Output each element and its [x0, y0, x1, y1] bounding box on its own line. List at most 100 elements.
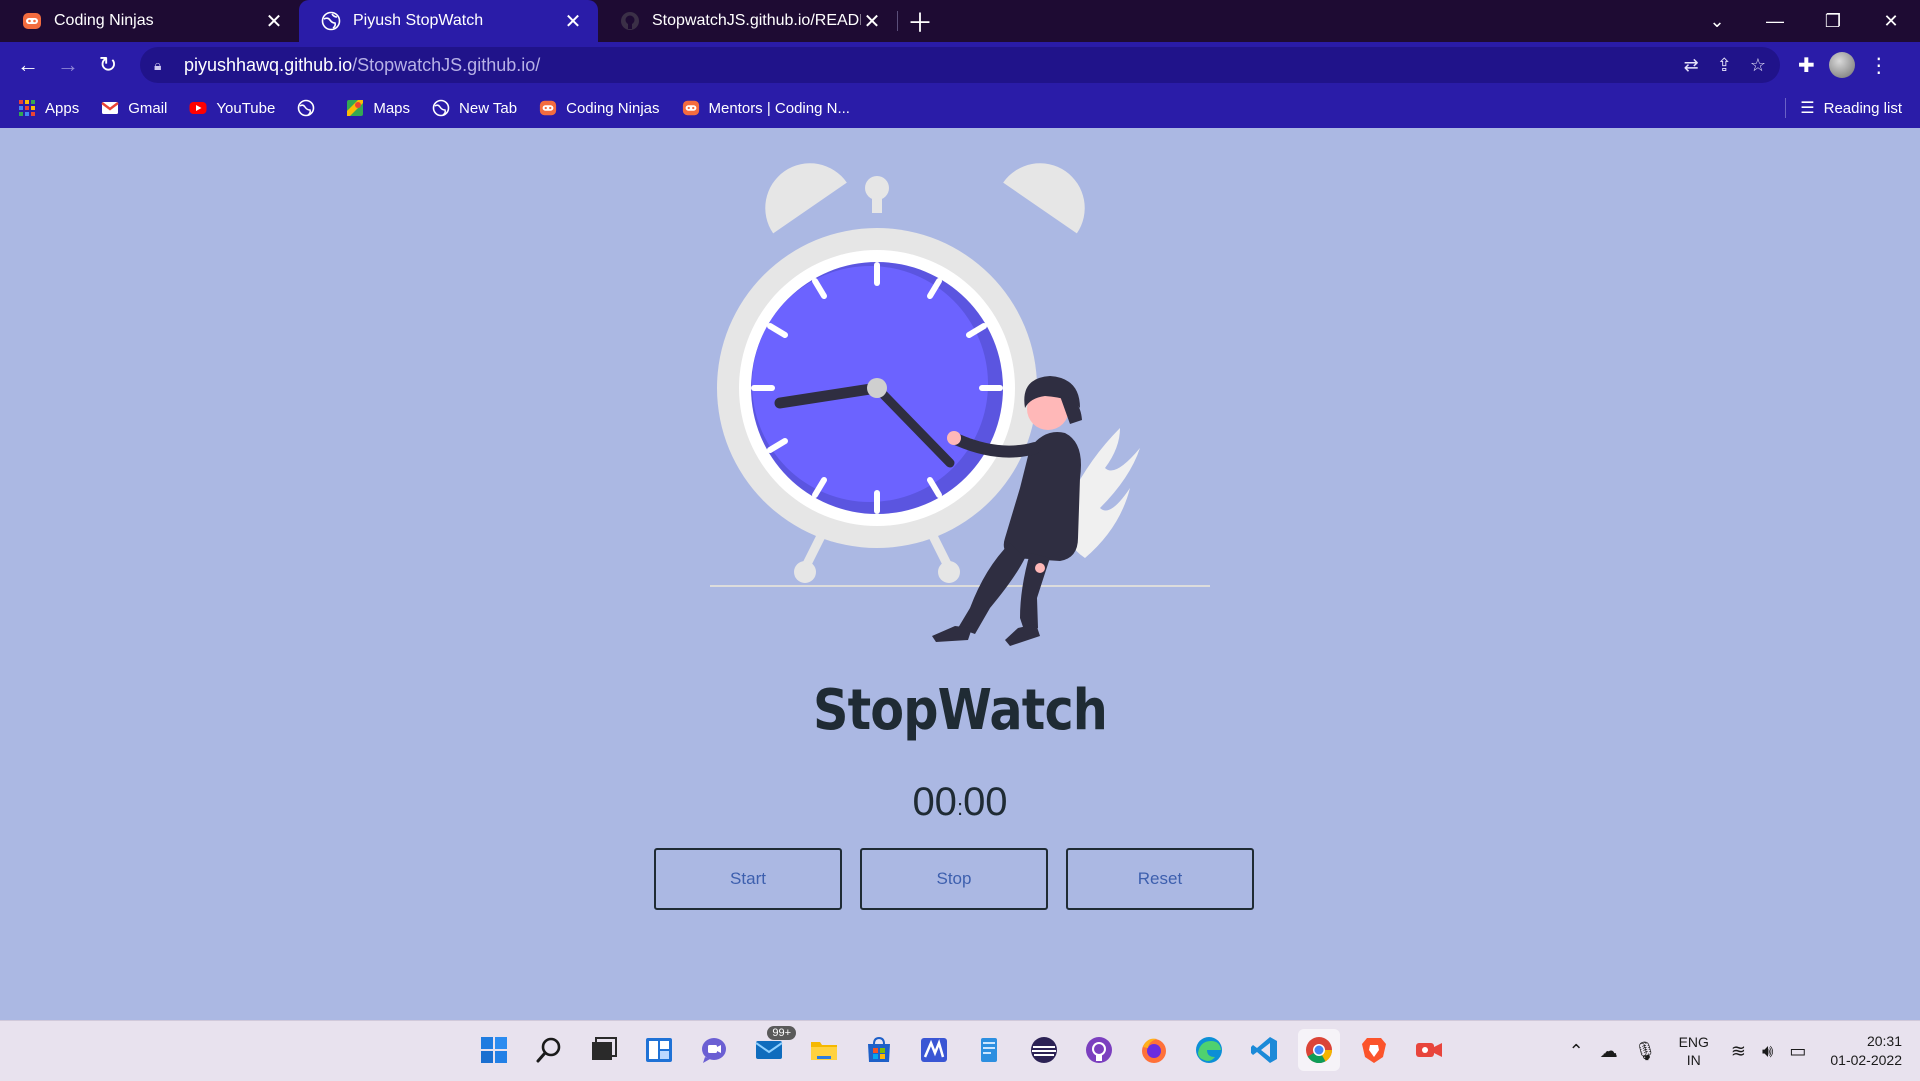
- translate-icon[interactable]: ⇄: [1684, 55, 1699, 76]
- taskbar-search[interactable]: [528, 1029, 570, 1071]
- close-window-button[interactable]: ✕: [1862, 0, 1920, 42]
- taskbar: 99+ ⌃ ☁ 🎙︎ ENG IN ≋ 🔊︎ ▭ 20:31 01-02-202…: [0, 1020, 1920, 1081]
- reset-button[interactable]: Reset: [1066, 848, 1254, 910]
- taskbar-edge[interactable]: [1188, 1029, 1230, 1071]
- microphone-icon[interactable]: 🎙︎: [1634, 1041, 1657, 1062]
- github-icon: [621, 12, 639, 30]
- taskbar-recorder[interactable]: [1408, 1029, 1450, 1071]
- video-camera-icon: [1416, 1043, 1442, 1057]
- taskbar-vscode[interactable]: [1243, 1029, 1285, 1071]
- taskbar-notepad[interactable]: [968, 1029, 1010, 1071]
- taskbar-widgets[interactable]: [638, 1029, 680, 1071]
- reload-button[interactable]: ↻: [88, 45, 128, 85]
- folder-icon: [811, 1042, 837, 1060]
- taskbar-mail[interactable]: 99+: [748, 1026, 796, 1071]
- timer-minutes: 00: [912, 780, 957, 824]
- avatar[interactable]: [1828, 52, 1855, 78]
- reload-icon: ↻: [98, 52, 118, 77]
- taskbar-brave[interactable]: [1353, 1029, 1395, 1071]
- coding-ninjas-icon: [682, 100, 699, 116]
- maps-icon: [347, 100, 364, 116]
- language-code: ENG: [1678, 1034, 1709, 1050]
- extensions-icon[interactable]: ✚: [1798, 53, 1815, 78]
- taskbar-chat[interactable]: [693, 1029, 735, 1071]
- tab-search-button[interactable]: ⌄: [1688, 0, 1746, 42]
- bookmark-globe[interactable]: [297, 99, 324, 117]
- clock[interactable]: 20:31 01-02-2022: [1830, 1032, 1902, 1070]
- tab-coding-ninjas[interactable]: Coding Ninjas ✕: [0, 0, 299, 42]
- reading-list-button[interactable]: ☰ Reading list: [1785, 88, 1902, 128]
- bookmarks-bar: Apps Gmail YouTube Maps New Tab Coding N…: [0, 88, 1920, 128]
- taskbar-github-desktop[interactable]: [1078, 1029, 1120, 1071]
- bookmark-new-tab[interactable]: New Tab: [432, 99, 517, 117]
- close-icon[interactable]: ✕: [562, 9, 584, 34]
- reading-list-icon: ☰: [1800, 100, 1815, 117]
- coding-ninjas-icon: [540, 100, 557, 116]
- browser-toolbar: ← → ↻ 🔒︎ piyushhawq.github.io/StopwatchJ…: [0, 42, 1920, 88]
- tab-title: Piyush StopWatch: [353, 12, 484, 29]
- star-icon[interactable]: ☆: [1750, 55, 1766, 76]
- volume-icon[interactable]: 🔊︎: [1762, 1041, 1773, 1062]
- globe-icon: [298, 99, 315, 117]
- close-icon[interactable]: ✕: [861, 9, 883, 34]
- minimize-button[interactable]: —: [1746, 0, 1804, 42]
- taskbar-eclipse[interactable]: [1023, 1029, 1065, 1071]
- github-icon: [1086, 1037, 1112, 1063]
- bookmark-gmail[interactable]: Gmail: [101, 99, 167, 117]
- language-indicator[interactable]: ENG IN: [1679, 1033, 1709, 1069]
- bookmark-youtube[interactable]: YouTube: [189, 99, 275, 117]
- lock-icon[interactable]: 🔒︎: [154, 57, 170, 74]
- stop-button[interactable]: Stop: [860, 848, 1048, 910]
- restore-icon: ❐: [1824, 10, 1842, 31]
- tab-piyush-stopwatch[interactable]: Piyush StopWatch ✕: [299, 0, 598, 42]
- close-icon: ✕: [1883, 10, 1899, 31]
- forward-button[interactable]: →: [48, 45, 88, 85]
- wifi-icon[interactable]: ≋: [1731, 1041, 1746, 1062]
- close-icon[interactable]: ✕: [263, 9, 285, 34]
- bookmark-mentors-coding-ninjas[interactable]: Mentors | Coding N...: [682, 99, 850, 117]
- clock-date: 01-02-2022: [1830, 1052, 1902, 1068]
- control-buttons: Start Stop Reset: [654, 848, 1254, 910]
- taskbar-store[interactable]: [858, 1029, 900, 1071]
- start-button[interactable]: Start: [654, 848, 842, 910]
- bookmark-label: Maps: [373, 99, 411, 117]
- bookmark-apps[interactable]: Apps: [18, 99, 79, 117]
- chevron-up-icon[interactable]: ⌃: [1569, 1041, 1584, 1062]
- eclipse-icon: [1031, 1037, 1057, 1063]
- battery-icon[interactable]: ▭: [1789, 1041, 1806, 1062]
- taskbar-apps: 99+: [473, 1026, 1450, 1071]
- globe-icon: [321, 11, 341, 31]
- taskbar-start[interactable]: [473, 1029, 515, 1071]
- pen-app-icon: [921, 1038, 947, 1062]
- url-host: piyushhawq.github.io: [184, 54, 353, 75]
- bookmark-label: YouTube: [216, 99, 276, 117]
- bookmark-maps[interactable]: Maps: [346, 99, 410, 117]
- menu-icon[interactable]: ⋮: [1869, 53, 1889, 78]
- bookmark-coding-ninjas[interactable]: Coding Ninjas: [539, 99, 660, 117]
- apps-grid-icon: [19, 100, 35, 116]
- page-title: StopWatch: [813, 678, 1108, 743]
- bookmark-label: Coding Ninjas: [566, 99, 660, 117]
- system-tray: ⌃ ☁ 🎙︎ ENG IN ≋ 🔊︎ ▭ 20:31 01-02-2022: [1561, 1021, 1902, 1081]
- taskbar-firefox[interactable]: [1133, 1029, 1175, 1071]
- window-controls: ⌄ — ❐ ✕: [1688, 0, 1920, 42]
- task-view-icon: [592, 1037, 617, 1060]
- bookmark-label: Mentors | Coding N...: [708, 99, 850, 117]
- share-icon[interactable]: ⇪: [1717, 55, 1732, 76]
- taskbar-file-explorer[interactable]: [803, 1029, 845, 1071]
- restore-button[interactable]: ❐: [1804, 0, 1862, 42]
- bookmark-label: Gmail: [128, 99, 168, 117]
- notepad-icon: [981, 1038, 997, 1062]
- language-region: IN: [1686, 1052, 1701, 1068]
- taskbar-app-m[interactable]: [913, 1029, 955, 1071]
- taskbar-chrome[interactable]: [1298, 1029, 1340, 1071]
- taskbar-task-view[interactable]: [583, 1029, 625, 1071]
- address-bar[interactable]: 🔒︎ piyushhawq.github.io/StopwatchJS.gith…: [140, 47, 1780, 83]
- cloud-offline-icon[interactable]: ☁: [1600, 1041, 1618, 1062]
- back-button[interactable]: ←: [8, 45, 48, 85]
- new-tab-button[interactable]: ＋: [898, 0, 942, 42]
- vscode-icon: [1251, 1037, 1277, 1063]
- chevron-down-icon: ⌄: [1709, 10, 1725, 31]
- tab-stopwatch-readme[interactable]: StopwatchJS.github.io/README.r ✕: [598, 0, 897, 42]
- page-content: StopWatch 00:00 Start Stop Reset: [0, 128, 1920, 1020]
